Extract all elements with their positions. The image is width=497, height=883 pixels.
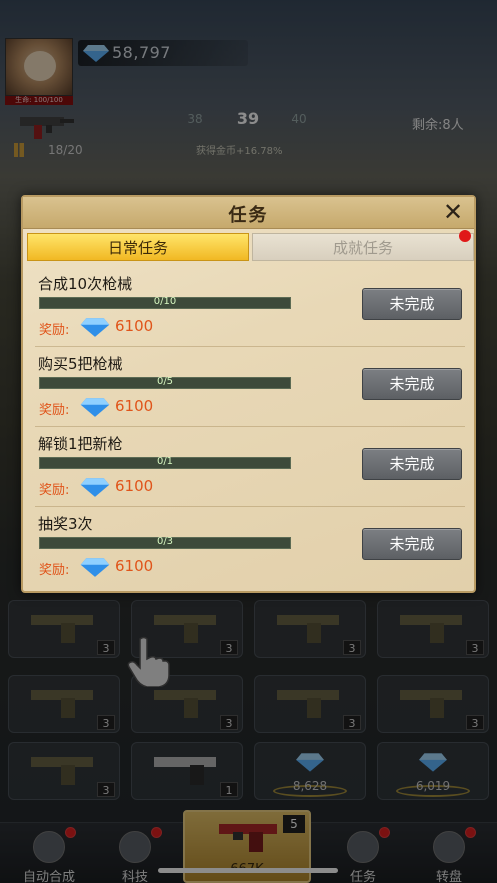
diamond-icon <box>80 318 110 337</box>
reward-label: 奖励: <box>39 483 70 498</box>
reward-label: 奖励: <box>39 403 70 418</box>
task-progress-bar: 0/10 <box>39 296 291 309</box>
task-progress-bar: 0/3 <box>39 536 291 549</box>
reward-amount: 6100 <box>115 397 154 415</box>
progress-text: 0/1 <box>156 456 174 467</box>
reward-amount: 6100 <box>115 557 154 575</box>
notification-dot <box>459 230 471 242</box>
task-tabs: 日常任务 成就任务 <box>27 230 474 261</box>
task-title: 购买5把枪械 <box>38 355 123 373</box>
tab-daily-tasks[interactable]: 日常任务 <box>27 233 249 261</box>
task-progress-bar: 0/1 <box>39 456 291 469</box>
reward-amount: 6100 <box>115 477 154 495</box>
diamond-icon <box>80 478 110 497</box>
tab-label: 成就任务 <box>332 239 393 257</box>
progress-text: 0/5 <box>156 376 174 387</box>
task-title: 解锁1把新枪 <box>38 435 123 453</box>
task-status-button[interactable]: 未完成 <box>362 288 462 320</box>
task-status-button[interactable]: 未完成 <box>362 448 462 480</box>
progress-text: 0/3 <box>156 536 174 547</box>
dialog-title: 任务 <box>228 205 269 226</box>
task-dialog: 任务 ✕ 日常任务 成就任务 合成10次枪械 0/10 奖励: 6100 未完成… <box>21 195 476 593</box>
task-progress-bar: 0/5 <box>39 376 291 389</box>
reward-amount: 6100 <box>115 317 154 335</box>
tab-achievement-tasks[interactable]: 成就任务 <box>252 230 474 261</box>
task-item: 合成10次枪械 0/10 奖励: 6100 未完成 <box>35 267 465 347</box>
task-item: 抽奖3次 0/3 奖励: 6100 未完成 <box>35 507 465 587</box>
task-status-button[interactable]: 未完成 <box>362 528 462 560</box>
task-title: 抽奖3次 <box>38 515 93 533</box>
progress-text: 0/10 <box>153 296 177 307</box>
diamond-icon <box>80 558 110 577</box>
close-icon[interactable]: ✕ <box>440 199 466 225</box>
task-title: 合成10次枪械 <box>38 275 133 293</box>
task-item: 购买5把枪械 0/5 奖励: 6100 未完成 <box>35 347 465 427</box>
diamond-icon <box>80 398 110 417</box>
dialog-header: 任务 ✕ <box>23 197 474 229</box>
task-status-button[interactable]: 未完成 <box>362 368 462 400</box>
task-item: 解锁1把新枪 0/1 奖励: 6100 未完成 <box>35 427 465 507</box>
reward-label: 奖励: <box>39 563 70 578</box>
reward-label: 奖励: <box>39 323 70 338</box>
